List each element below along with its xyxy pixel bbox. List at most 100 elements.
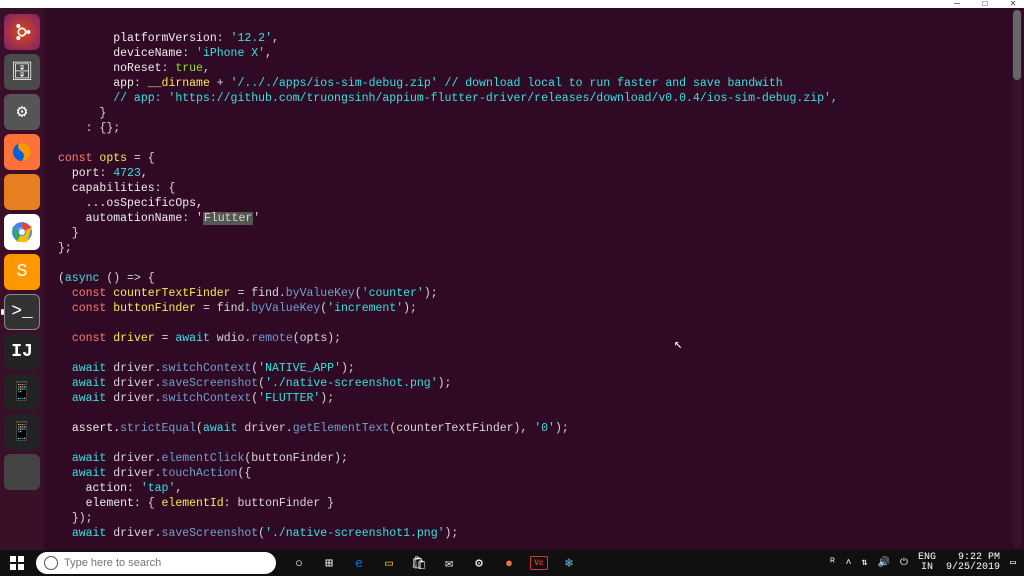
launcher-settings[interactable]: ⚙ — [4, 94, 40, 130]
code-token: ( — [196, 422, 203, 435]
launcher-app-orange[interactable] — [4, 174, 40, 210]
code-token: './native-screenshot1.png' — [265, 527, 444, 540]
close-button[interactable]: ✕ — [1008, 0, 1018, 8]
code-token: port — [72, 167, 100, 180]
code-token: ({ — [237, 467, 251, 480]
tray-network-icon[interactable]: ⇅ — [862, 557, 868, 569]
code-token: await — [72, 392, 107, 405]
vc-app-icon[interactable]: Vc — [530, 554, 548, 572]
minimize-button[interactable]: — — [952, 0, 962, 8]
code-token: 'NATIVE_APP' — [258, 362, 341, 375]
launcher-firefox[interactable] — [4, 134, 40, 170]
code-token: byValueKey — [251, 302, 320, 315]
taskbar-search[interactable] — [36, 552, 276, 574]
taskbar-pinned: ○ ⊞ e ▭ 🛍 ✉ ⚙ ● Vc ❄ — [290, 554, 578, 572]
code-token: : { — [155, 182, 176, 195]
launcher-files[interactable]: 🗄 — [4, 54, 40, 90]
code-token: ); — [424, 287, 438, 300]
code-token: remote — [251, 332, 292, 345]
code-token: __dirname — [148, 77, 210, 90]
language-indicator[interactable]: ENGIN — [918, 553, 936, 573]
code-token: } — [99, 107, 106, 120]
code-token: (opts); — [293, 332, 341, 345]
code-token: () => { — [99, 272, 154, 285]
code-token: await — [72, 377, 107, 390]
code-token: driver. — [106, 362, 161, 375]
settings-icon[interactable]: ⚙ — [470, 554, 488, 572]
code-token: : {}; — [86, 122, 121, 135]
code-token: wdio. — [210, 332, 251, 345]
code-token: action — [86, 482, 127, 495]
launcher-generic[interactable] — [4, 454, 40, 490]
store-icon[interactable]: 🛍 — [410, 554, 428, 572]
code-token: ); — [403, 302, 417, 315]
launcher-sublime[interactable]: S — [4, 254, 40, 290]
action-center-icon[interactable]: ▭ — [1010, 557, 1016, 569]
code-token: const — [72, 332, 107, 345]
code-editor[interactable]: platformVersion: '12.2', deviceName: 'iP… — [44, 8, 1024, 550]
firefox-taskbar-icon[interactable]: ● — [500, 554, 518, 572]
tray-volume-icon[interactable]: 🔊 — [878, 557, 890, 569]
code-token: buttonFinder — [113, 302, 196, 315]
cortana-icon[interactable]: ○ — [290, 554, 308, 572]
scrollbar-thumb[interactable] — [1013, 10, 1021, 80]
code-token: driver. — [106, 452, 161, 465]
launcher-phone[interactable]: 📱 — [4, 374, 40, 410]
vm-desktop: 🗄 ⚙ S >_ IJ 📱 📱 platformVersion: '12.2',… — [0, 8, 1024, 550]
code-token: ); — [445, 527, 459, 540]
tray-people-icon[interactable]: ᴿ — [830, 558, 836, 569]
code-token: 4723 — [113, 167, 141, 180]
snowflake-icon[interactable]: ❄ — [560, 554, 578, 572]
launcher-ubuntu[interactable] — [4, 14, 40, 50]
code-token: await — [72, 452, 107, 465]
system-tray: ᴿ ˄ ⇅ 🔊 ⏻ ENGIN 9:22 PM9/25/2019 ▭ — [830, 553, 1024, 573]
tray-chevron-up-icon[interactable]: ˄ — [846, 558, 852, 569]
code-token: byValueKey — [286, 287, 355, 300]
mail-icon[interactable]: ✉ — [440, 554, 458, 572]
code-token: '12.2' — [231, 32, 272, 45]
code-token: '0' — [534, 422, 555, 435]
code-token: ...osSpecificOps, — [86, 197, 203, 210]
code-token: 'tap' — [141, 482, 176, 495]
code-token: saveScreenshot — [162, 377, 259, 390]
code-token: ); — [438, 377, 452, 390]
code-token: 'FLUTTER' — [258, 392, 320, 405]
code-token: await — [175, 332, 210, 345]
code-token: = — [155, 332, 176, 345]
code-token: : { — [134, 497, 162, 510]
launcher-chrome[interactable] — [4, 214, 40, 250]
code-token: await — [72, 467, 107, 480]
search-input[interactable] — [64, 557, 276, 569]
code-token: driver. — [237, 422, 292, 435]
launcher-terminal[interactable]: >_ — [4, 294, 40, 330]
code-token: const — [72, 287, 107, 300]
launcher-intellij[interactable]: IJ — [4, 334, 40, 370]
code-token: switchContext — [162, 392, 252, 405]
code-token: './native-screenshot.png' — [265, 377, 438, 390]
tray-wifi-icon[interactable]: ⏻ — [900, 557, 908, 569]
code-token: 'increment' — [327, 302, 403, 315]
code-token: driver. — [106, 392, 161, 405]
maximize-button[interactable]: ☐ — [980, 0, 990, 8]
code-token: true — [175, 62, 203, 75]
launcher-phone-2[interactable]: 📱 — [4, 414, 40, 450]
search-icon — [44, 556, 58, 570]
edge-icon[interactable]: e — [350, 554, 368, 572]
code-token: saveScreenshot — [162, 527, 259, 540]
code-token: await — [72, 362, 107, 375]
file-explorer-icon[interactable]: ▭ — [380, 554, 398, 572]
code-token: async — [65, 272, 100, 285]
code-comment: // download local to run faster and save… — [445, 77, 783, 90]
windows-taskbar: ○ ⊞ e ▭ 🛍 ✉ ⚙ ● Vc ❄ ᴿ ˄ ⇅ 🔊 ⏻ ENGIN 9:2… — [0, 550, 1024, 576]
taskview-icon[interactable]: ⊞ — [320, 554, 338, 572]
clock[interactable]: 9:22 PM9/25/2019 — [946, 553, 1000, 573]
code-token: driver. — [106, 527, 161, 540]
code-token: = find. — [196, 302, 251, 315]
editor-scrollbar[interactable] — [1012, 10, 1022, 548]
code-token: = { — [127, 152, 155, 165]
start-button[interactable] — [0, 550, 34, 576]
code-token: 'counter' — [362, 287, 424, 300]
mouse-cursor-icon: ↖ — [674, 338, 682, 353]
code-token: strictEqual — [120, 422, 196, 435]
code-token: noReset — [113, 62, 161, 75]
